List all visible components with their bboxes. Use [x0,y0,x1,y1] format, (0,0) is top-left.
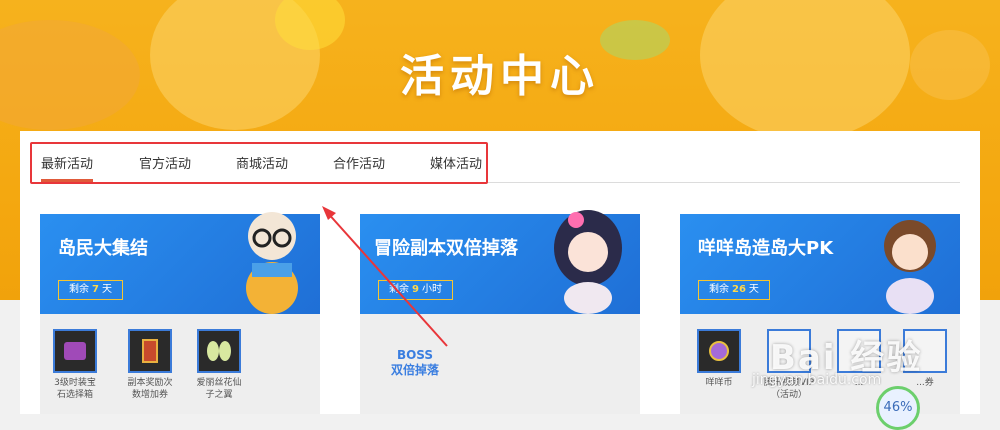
treasure-chest-icon [53,329,97,373]
boss-label: 双倍掉落 [390,363,439,377]
reward-item-label: 子之翼 [205,390,233,400]
remaining-time-badge: 剩余 7 天 [58,280,123,300]
reward-item[interactable]: 副本奖励次 数增加券 [115,329,185,401]
page-title: 活动中心 [400,51,600,102]
remain-unit: 天 [748,284,759,295]
activity-card-dungeon[interactable]: 冒险副本双倍掉落 剩余 9 小时 BOSS 双倍掉落 [360,210,640,414]
remain-prefix: 剩余 [709,284,729,295]
boss-label: BOSS [396,348,434,362]
remain-value: 7 [92,284,99,295]
reward-item-label: （活动） [770,390,807,400]
reward-item-label: 爱丽丝花仙 [196,378,242,388]
card-banner: 岛民大集结 剩余 7 天 [40,212,320,314]
reward-item-label: 石选择箱 [56,390,93,400]
reward-item-label: 数增加券 [131,390,168,400]
coin-icon [697,329,741,373]
character-girl-illustration [554,210,622,314]
progress-badge: 46% [876,386,920,430]
remain-unit: 小时 [421,284,442,295]
reward-item[interactable]: 咩咩币 [684,329,754,389]
character-glasses-illustration [246,212,298,314]
voucher-card-icon [128,329,172,373]
fairy-wings-icon [197,329,241,373]
card-banner: 咩咩岛造岛大PK 剩余 26 天 [680,214,960,314]
remain-value: 9 [412,284,419,295]
reward-item-label: 咩咩币 [705,378,733,388]
card-title: 冒险副本双倍掉落 [374,238,518,259]
reward-item-label: 3级时装宝 [54,378,96,388]
remain-prefix: 剩余 [69,284,89,295]
remaining-time-badge: 剩余 26 天 [698,280,770,300]
remain-value: 26 [732,284,746,295]
reward-item[interactable]: 3级时装宝石选择箱 [40,329,110,401]
card-title: 咩咩岛造岛大PK [698,238,834,259]
reward-item-label: 副本奖励次 [127,378,173,388]
remain-prefix: 剩余 [389,284,409,295]
boss-drop-text: BOSS 双倍掉落 [360,348,470,378]
reward-items: 3级时装宝石选择箱 副本奖励次数增加券 爱丽丝花仙子之翼 [40,314,320,414]
character-child-illustration [884,220,936,314]
activity-card-island[interactable]: 岛民大集结 剩余 7 天 3级时装宝石选择箱 副本奖励次数增加券 爱丽丝花仙子之翼 [40,212,320,414]
reward-item[interactable]: 爱丽丝花仙 子之翼 [184,329,254,401]
card-title: 岛民大集结 [58,238,148,259]
remaining-time-badge: 剩余 9 小时 [378,280,453,300]
remain-unit: 天 [101,284,112,295]
card-banner: 冒险副本双倍掉落 剩余 9 小时 [360,210,640,314]
annotation-highlight-box [30,142,488,184]
watermark-url: jingyan.baidu.com [752,372,882,388]
